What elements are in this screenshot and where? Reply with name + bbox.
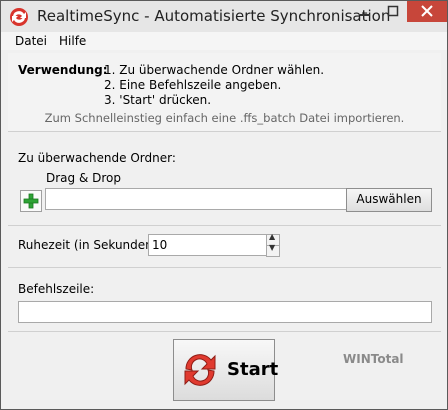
close-button[interactable] (407, 1, 447, 22)
spin-down-button[interactable]: ▼ (266, 243, 280, 257)
command-label: Befehlszeile: (18, 282, 95, 296)
start-label: Start (227, 359, 279, 380)
arrow-down-icon: ▼ (269, 243, 276, 252)
usage-steps: 1. Zu überwachende Ordner wählen. 2. Ein… (104, 63, 324, 108)
maximize-icon (387, 5, 399, 17)
folders-label: Zu überwachende Ordner: (18, 151, 176, 165)
usage-panel: Verwendung: 1. Zu überwachende Ordner wä… (8, 53, 441, 132)
wintotal-logo: WINTotal (343, 352, 404, 366)
usage-step: 3. 'Start' drücken. (104, 93, 212, 107)
folder-panel: Zu überwachende Ordner: Drag & Drop Ausw… (8, 135, 441, 226)
arrow-up-icon: ▲ (269, 232, 276, 241)
start-button[interactable]: Start (173, 339, 279, 401)
add-folder-button[interactable] (20, 190, 42, 212)
minimize-button[interactable] (351, 1, 379, 22)
usage-step: 1. Zu überwachende Ordner wählen. (104, 63, 325, 77)
menu-datei[interactable]: Datei (15, 34, 47, 48)
title-bar[interactable]: RealtimeSync - Automatisierte Synchronis… (1, 1, 447, 32)
menu-bar: Datei Hilfe (1, 32, 447, 50)
plus-icon (23, 193, 39, 209)
sync-arrows-icon (184, 354, 216, 386)
drag-drop-label: Drag & Drop (46, 171, 121, 185)
window-title: RealtimeSync - Automatisierte Synchronis… (37, 7, 391, 25)
watermark-text: WINTotal (343, 352, 404, 366)
delay-label: Ruhezeit (in Sekunden): (18, 238, 162, 252)
usage-label: Verwendung: (18, 63, 108, 77)
close-icon (421, 5, 433, 17)
app-icon (10, 8, 28, 26)
app-window: RealtimeSync - Automatisierte Synchronis… (0, 0, 448, 410)
quickstart-hint: Zum Schnelleinstieg einfach eine .ffs_ba… (44, 111, 405, 125)
minimize-icon (360, 14, 370, 16)
command-input[interactable] (18, 301, 432, 323)
maximize-button[interactable] (379, 1, 407, 22)
folder-path-input[interactable] (45, 188, 348, 210)
command-panel: Befehlszeile: (8, 271, 441, 332)
delay-panel: Ruhezeit (in Sekunden): ▲ ▼ (8, 227, 441, 268)
usage-step: 2. Eine Befehlszeile angeben. (104, 78, 282, 92)
delay-input[interactable] (148, 234, 270, 256)
menu-hilfe[interactable]: Hilfe (59, 34, 86, 48)
select-folder-button[interactable]: Auswählen (346, 188, 432, 212)
